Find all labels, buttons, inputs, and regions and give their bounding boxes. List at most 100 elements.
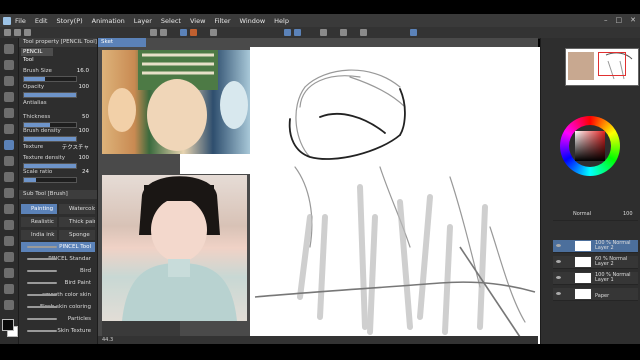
menu-file[interactable]: File [15, 17, 26, 25]
group-india-ink[interactable]: India ink [21, 230, 57, 240]
menu-filter[interactable]: Filter [214, 17, 230, 25]
snap-icon[interactable] [180, 29, 187, 36]
fill-icon[interactable] [210, 29, 217, 36]
operation-icon[interactable] [4, 76, 14, 86]
eye-icon[interactable] [556, 244, 561, 247]
menu-help[interactable]: Help [274, 17, 289, 25]
reference-image-photo[interactable] [102, 175, 247, 321]
brush-item[interactable]: Bird [21, 266, 95, 276]
transform-icon[interactable] [360, 29, 367, 36]
layer-row[interactable]: 60 % Normal Layer 2 [553, 256, 638, 269]
scale-ratio-slider[interactable] [23, 177, 77, 183]
menu-layer[interactable]: Layer [134, 17, 152, 25]
ruler-snap-icon[interactable] [284, 29, 291, 36]
sub-tool-tab[interactable]: Sub Tool [Brush] [19, 190, 97, 199]
tool-property-tab[interactable]: Tool property [PENCIL Tool] [19, 38, 97, 47]
save-icon[interactable] [24, 29, 31, 36]
close-icon[interactable]: ✕ [630, 16, 636, 24]
brush-item[interactable]: Particles [21, 314, 95, 324]
group-realistic[interactable]: Realistic [21, 217, 57, 227]
ruler-icon[interactable] [4, 284, 14, 294]
text-icon[interactable] [4, 300, 14, 310]
main-color-chip[interactable] [2, 319, 14, 331]
brush-item[interactable]: Skin Texture [21, 326, 95, 336]
layer-name: Layer 2 [595, 245, 614, 251]
canvas-tab[interactable]: Sket [98, 38, 146, 47]
menu-select[interactable]: Select [161, 17, 181, 25]
redo-icon[interactable] [160, 29, 167, 36]
toolbox [0, 38, 19, 344]
menu-story[interactable]: Story(P) [56, 17, 82, 25]
eye-icon[interactable] [556, 260, 561, 263]
thickness-value[interactable]: 50 [82, 114, 89, 120]
brush-item[interactable]: smooth color skin [21, 290, 95, 300]
view-icon[interactable] [410, 29, 417, 36]
undo-icon[interactable] [150, 29, 157, 36]
special-ruler-icon[interactable] [294, 29, 301, 36]
layer-row[interactable]: 100 % Normal Layer 1 [553, 272, 638, 285]
group-painting[interactable]: Painting [21, 204, 57, 214]
group-watercolor[interactable]: Watercolor [59, 204, 95, 214]
gradient-icon[interactable] [4, 236, 14, 246]
reference-image-spacer [180, 154, 250, 174]
zoom-value[interactable]: 44.3 [102, 337, 113, 343]
texture-density-value[interactable]: 100 [79, 155, 90, 161]
menu-window[interactable]: Window [240, 17, 266, 25]
brush-density-label: Brush density [23, 128, 61, 134]
blend-icon[interactable] [4, 204, 14, 214]
brush-item[interactable]: Flesh skin coloring [21, 302, 95, 312]
scale-ratio-value[interactable]: 24 [82, 169, 89, 175]
status-bar: 44.3 [98, 336, 538, 344]
brush-label: Bird [80, 268, 91, 274]
eraser-icon[interactable] [4, 188, 14, 198]
zoom-icon[interactable] [4, 44, 14, 54]
new-file-icon[interactable] [4, 29, 11, 36]
eye-icon[interactable] [556, 276, 561, 279]
pen-icon[interactable] [4, 124, 14, 134]
selection-tool-icon[interactable] [4, 92, 14, 102]
texture-value[interactable]: テクスチャ [62, 143, 89, 151]
brush-item[interactable]: PINCEL Standar [21, 254, 95, 264]
opacity-value[interactable]: 100 [79, 84, 90, 90]
move-icon[interactable] [4, 60, 14, 70]
pencil-icon[interactable] [4, 140, 14, 150]
maximize-icon[interactable]: □ [616, 16, 623, 24]
brush-item[interactable]: Bird Paint [21, 278, 95, 288]
layer-blend-mode[interactable]: Normal [573, 211, 591, 217]
texture-density-label: Texture density [23, 155, 66, 161]
navigator-viewport[interactable] [598, 52, 626, 76]
sub-tool-panel: Sub Tool [Brush] Painting Watercolor Rea… [19, 190, 98, 344]
brush-item[interactable]: PINCEL Tool [21, 242, 95, 252]
drawing-canvas[interactable] [250, 47, 540, 344]
airbrush-icon[interactable] [4, 172, 14, 182]
group-sponge[interactable]: Sponge [59, 230, 95, 240]
brush-icon[interactable] [4, 156, 14, 166]
reference-image-anime[interactable] [102, 50, 250, 154]
layer-row[interactable]: Paper [553, 288, 638, 301]
open-file-icon[interactable] [14, 29, 21, 36]
frame-icon[interactable] [4, 268, 14, 278]
brush-label: Skin Texture [57, 328, 91, 334]
figure-icon[interactable] [4, 252, 14, 262]
grid-icon[interactable] [320, 29, 327, 36]
brush-density-row: Brush density 100 [23, 126, 97, 136]
menu-animation[interactable]: Animation [92, 17, 125, 25]
eye-icon[interactable] [556, 292, 561, 295]
scale-ratio-row: Scale ratio 24 [23, 167, 97, 177]
eyedropper-icon[interactable] [4, 108, 14, 118]
color-saturation-square[interactable] [575, 131, 605, 161]
color-icon[interactable] [190, 29, 197, 36]
tool-name: PENCIL Tool [21, 48, 53, 63]
brush-size-row: Brush Size 16.0 [23, 66, 97, 76]
selection-icon[interactable] [340, 29, 347, 36]
app-icon [3, 16, 11, 25]
brush-size-value[interactable]: 16.0 [77, 68, 89, 74]
layer-opacity[interactable]: 100 [623, 211, 633, 217]
menu-edit[interactable]: Edit [35, 17, 48, 25]
brush-density-value[interactable]: 100 [79, 128, 90, 134]
minimize-icon[interactable]: – [604, 16, 608, 24]
fill-tool-icon[interactable] [4, 220, 14, 230]
layer-row[interactable]: 100 % Normal Layer 2 [553, 240, 638, 253]
menu-view[interactable]: View [190, 17, 205, 25]
group-thick-paint[interactable]: Thick paint [59, 217, 95, 227]
